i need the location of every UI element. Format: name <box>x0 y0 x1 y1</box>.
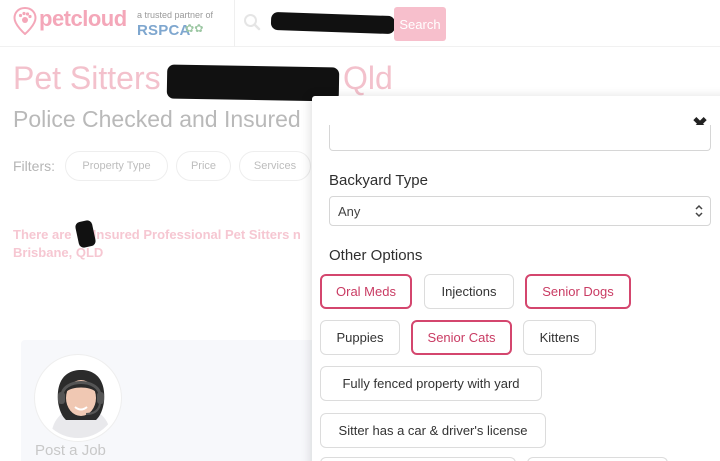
chevron-up-down-icon <box>695 204 703 218</box>
page-title: Pet Sitters <box>13 60 161 96</box>
header-divider <box>234 0 235 47</box>
option-oral-meds[interactable]: Oral Meds <box>320 274 412 309</box>
result-text-end: Insured Professional Pet Sitters n <box>92 227 301 242</box>
filters-label: Filters: <box>13 158 55 174</box>
paw-icon: ✿✿ <box>185 22 204 35</box>
rspca-logo: RSPCA <box>137 22 191 39</box>
page-subtitle: Police Checked and Insured <box>13 106 301 132</box>
partner-text: a trusted partner of <box>137 10 214 20</box>
result-text-start: There are <box>13 227 72 242</box>
page-title-location: Qld <box>343 60 393 96</box>
option-chip-partial[interactable] <box>320 457 516 461</box>
option-senior-cats[interactable]: Senior Cats <box>411 320 512 355</box>
backyard-type-label: Backyard Type <box>329 172 428 189</box>
option-fully-fenced-yard[interactable]: Fully fenced property with yard <box>320 366 542 401</box>
filter-property-type[interactable]: Property Type <box>65 151 168 181</box>
result-count-text: There are Insured Professional Pet Sitte… <box>13 227 301 242</box>
search-button[interactable]: Search <box>394 7 446 41</box>
petcloud-logo-icon[interactable] <box>13 7 37 35</box>
result-location: Brisbane, QLD <box>13 245 104 260</box>
site-header: petcloud a trusted partner of RSPCA ✿✿ S… <box>0 0 720 47</box>
logo-text[interactable]: petcloud <box>39 6 127 32</box>
avatar <box>35 355 121 441</box>
filter-services[interactable]: Services <box>239 151 311 181</box>
option-senior-dogs[interactable]: Senior Dogs <box>525 274 631 309</box>
option-injections[interactable]: Injections <box>424 274 514 309</box>
filter-price[interactable]: Price <box>176 151 231 181</box>
backyard-type-value: Any <box>338 204 361 219</box>
option-puppies[interactable]: Puppies <box>320 320 400 355</box>
post-job-link[interactable]: Post a Job <box>35 442 106 459</box>
option-sitter-has-car[interactable]: Sitter has a car & driver's license <box>320 413 546 448</box>
other-options-label: Other Options <box>329 247 423 264</box>
search-icon <box>244 14 261 31</box>
option-chip-partial[interactable] <box>527 457 668 461</box>
option-kittens[interactable]: Kittens <box>523 320 596 355</box>
backyard-type-select[interactable]: Any <box>329 196 711 226</box>
select-field-partial[interactable] <box>329 125 711 151</box>
